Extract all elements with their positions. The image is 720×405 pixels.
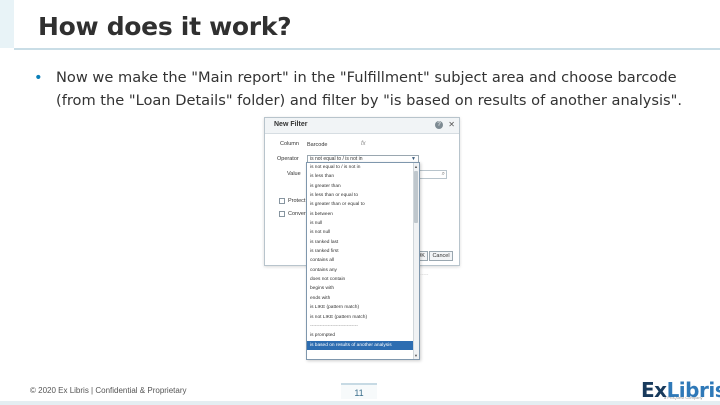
dropdown-option[interactable]: is ranked last	[307, 238, 419, 247]
logo-subtitle: a ProQuest Company	[664, 395, 703, 400]
dropdown-option[interactable]: is less than	[307, 172, 419, 181]
dropdown-option[interactable]: ends with	[307, 294, 419, 303]
scroll-down-icon[interactable]: ▼	[414, 353, 418, 358]
footer-strip	[0, 401, 720, 405]
dropdown-option[interactable]: is ranked first	[307, 247, 419, 256]
value-label: Value	[287, 171, 301, 177]
logo-text-main: Ex	[641, 378, 667, 402]
dropdown-option[interactable]: begins with	[307, 284, 419, 293]
dropdown-option[interactable]: is based on results of another analysis	[307, 340, 419, 350]
dropdown-option[interactable]: is greater than	[307, 182, 419, 191]
dropdown-option[interactable]: is prompted	[307, 331, 419, 340]
dropdown-option[interactable]: contains all	[307, 256, 419, 265]
dialog-header: New Filter ? ✕	[265, 118, 459, 134]
dropdown-option[interactable]: is less than or equal to	[307, 191, 419, 200]
title-divider	[14, 48, 720, 50]
dropdown-option[interactable]: is not null	[307, 228, 419, 237]
dialog-title: New Filter	[274, 121, 308, 128]
search-icon[interactable]: ⌕	[442, 171, 445, 178]
cancel-button[interactable]: Cancel	[429, 251, 453, 261]
operator-dropdown-list[interactable]: is not equal to / is not in is less than i…	[306, 162, 420, 360]
convert-checkbox[interactable]	[279, 211, 285, 217]
dropdown-scrollbar[interactable]: ▲ ▼	[413, 163, 419, 359]
page-number: 11	[354, 388, 364, 398]
bullet-point: • Now we make the "Main report" in the "…	[34, 66, 704, 112]
scroll-up-icon[interactable]: ▲	[414, 164, 418, 169]
dropdown-option[interactable]: is not LIKE (pattern match)	[307, 313, 419, 322]
dropdown-option[interactable]: contains any	[307, 266, 419, 275]
footer-copyright: © 2020 Ex Libris | Confidential & Propri…	[30, 386, 187, 395]
column-value: Barcode	[307, 142, 328, 148]
scroll-thumb[interactable]	[414, 171, 418, 223]
operator-options: is not equal to / is not in is less than i…	[307, 163, 419, 350]
page-number-box: 11	[341, 383, 377, 399]
help-icon[interactable]: ?	[435, 121, 443, 129]
operator-label: Operator	[277, 156, 299, 162]
dropdown-option[interactable]: is LIKE (pattern match)	[307, 303, 419, 312]
bullet-icon: •	[34, 69, 43, 86]
bullet-text: Now we make the "Main report" in the "Fu…	[56, 69, 682, 109]
title-accent-bar	[0, 0, 14, 48]
convert-label: Convert	[288, 211, 308, 217]
dropdown-option[interactable]: is greater than or equal to	[307, 200, 419, 209]
faint-text: -----	[420, 272, 429, 278]
slide-title: How does it work?	[38, 12, 292, 41]
dropdown-option[interactable]: does not contain	[307, 275, 419, 284]
protect-label: Protect	[288, 198, 306, 204]
fx-icon[interactable]: fx	[361, 141, 366, 147]
dropdown-option[interactable]: is between	[307, 210, 419, 219]
dropdown-option[interactable]: ------------------------------	[307, 322, 419, 331]
dropdown-option[interactable]: is null	[307, 219, 419, 228]
column-label: Column	[280, 141, 299, 147]
protect-checkbox[interactable]	[279, 198, 285, 204]
close-icon[interactable]: ✕	[448, 120, 455, 129]
dropdown-option[interactable]: is not equal to / is not in	[307, 163, 419, 172]
